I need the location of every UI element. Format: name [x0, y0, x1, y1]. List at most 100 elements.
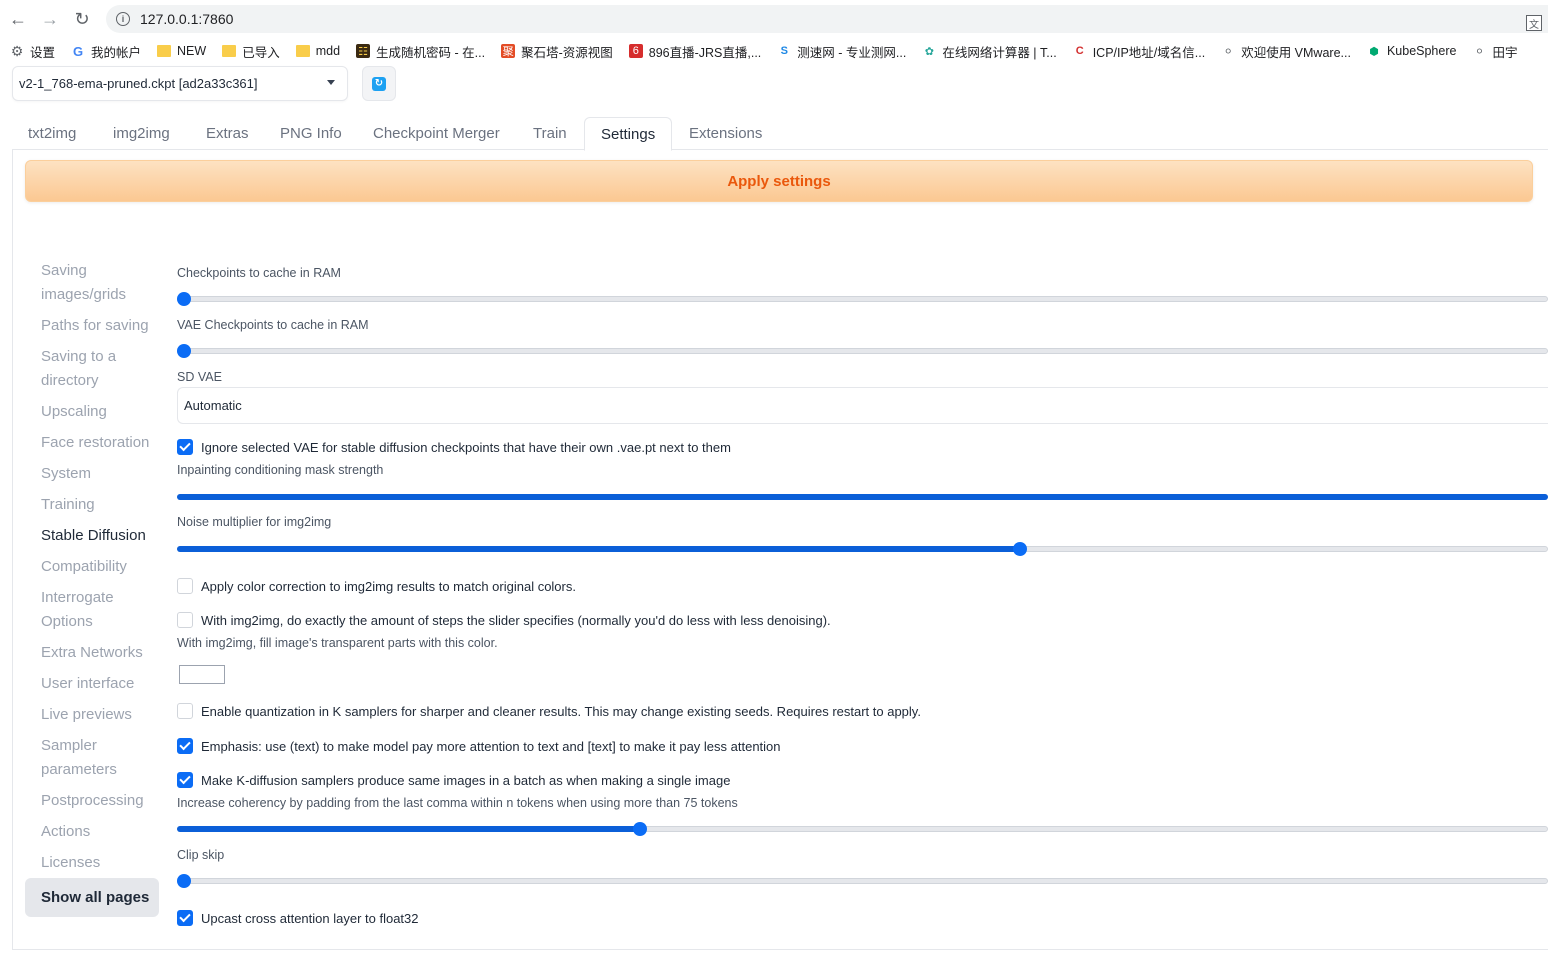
slider-thumb[interactable]: [177, 874, 191, 888]
reload-icon[interactable]: ↻: [68, 5, 96, 33]
sidebar-item-upscaling[interactable]: Upscaling: [41, 400, 159, 424]
sidebar-item-licenses[interactable]: Licenses: [41, 851, 159, 875]
bookmark-random-password[interactable]: ☷ 生成随机密码 - 在...: [356, 42, 485, 61]
bookmark-folder-imported[interactable]: 已导入: [222, 42, 280, 61]
bookmark-icp[interactable]: C ICP/IP地址/域名信...: [1073, 42, 1206, 61]
slider-track: [177, 878, 1548, 884]
globe-icon: ⚪: [1474, 45, 1485, 58]
refresh-checkpoints-button[interactable]: ↻: [362, 66, 396, 101]
tab-extensions[interactable]: Extensions: [673, 117, 778, 150]
comma-padding-slider[interactable]: [177, 822, 1548, 836]
tab-checkpoint-merger[interactable]: Checkpoint Merger: [357, 117, 516, 150]
quantization-checkbox[interactable]: [177, 703, 193, 719]
fill-color-picker[interactable]: [179, 665, 225, 684]
bookmark-netcalc[interactable]: ✿ 在线网络计算器 | T...: [922, 42, 1057, 61]
bookmark-kubesphere[interactable]: ⬢ KubeSphere: [1367, 44, 1456, 58]
folder-icon: [222, 45, 237, 57]
noise-multiplier-slider[interactable]: [177, 542, 1548, 556]
sidebar-item-user-interface[interactable]: User interface: [41, 672, 159, 696]
bookmark-jushita[interactable]: 聚聚石塔-资源视图: [501, 42, 613, 61]
sidebar-item-saving-directory[interactable]: Saving to a directory: [41, 345, 159, 393]
ignore-vae-checkbox[interactable]: [177, 439, 193, 455]
emphasis-checkbox[interactable]: [177, 738, 193, 754]
globe-icon: ⚪: [1223, 45, 1233, 58]
sidebar-item-extra-networks[interactable]: Extra Networks: [41, 641, 159, 665]
vae-cache-label: VAE Checkpoints to cache in RAM: [177, 318, 369, 332]
color-correction-checkbox[interactable]: [177, 578, 193, 594]
sidebar-item-system[interactable]: System: [41, 462, 159, 486]
tab-png-info[interactable]: PNG Info: [264, 117, 358, 150]
translate-icon[interactable]: 文: [1526, 15, 1542, 31]
upcast-checkbox[interactable]: [177, 910, 193, 926]
ignore-vae-setting[interactable]: Ignore selected VAE for stable diffusion…: [177, 439, 731, 455]
site-info-icon[interactable]: i: [116, 12, 130, 26]
checkpoint-selected: v2-1_768-ema-pruned.ckpt [ad2a33c361]: [19, 76, 258, 91]
batch-same-checkbox[interactable]: [177, 772, 193, 788]
clip-skip-label: Clip skip: [177, 848, 225, 862]
checkpoints-cache-slider[interactable]: [177, 292, 1548, 306]
tab-img2img[interactable]: img2img: [97, 117, 186, 150]
color-correction-setting[interactable]: Apply color correction to img2img result…: [177, 578, 576, 594]
sidebar-item-paths[interactable]: Paths for saving: [41, 314, 159, 338]
batch-same-setting[interactable]: Make K-diffusion samplers produce same i…: [177, 772, 730, 788]
clip-skip-slider[interactable]: [177, 874, 1548, 888]
sidebar-item-compatibility[interactable]: Compatibility: [41, 555, 159, 579]
tab-settings[interactable]: Settings: [584, 117, 673, 151]
bookmarks-bar: ⚙ 设置 G 我的帐户 NEW 已导入 mdd ☷ 生成随机密码 - 在... 聚聚石…: [0, 38, 1548, 64]
site-icon: 聚: [501, 44, 516, 58]
exact-steps-checkbox[interactable]: [177, 612, 193, 628]
chevron-down-icon: [327, 80, 335, 85]
main-tabs: txt2img img2img Extras PNG Info Checkpoi…: [12, 117, 1548, 151]
sidebar-item-sampler-parameters[interactable]: Sampler parameters: [41, 734, 159, 782]
bookmark-speedtest[interactable]: S 测速网 - 专业测网...: [777, 42, 907, 61]
sd-vae-label: SD VAE: [177, 370, 222, 384]
bookmark-896[interactable]: 6 896直播-JRS直播,...: [628, 42, 761, 61]
inpaint-mask-label: Inpainting conditioning mask strength: [177, 463, 384, 477]
site-icon: ☷: [356, 44, 371, 58]
sidebar-item-live-previews[interactable]: Live previews: [41, 703, 159, 727]
tab-train[interactable]: Train: [517, 117, 583, 150]
exact-steps-setting[interactable]: With img2img, do exactly the amount of s…: [177, 612, 831, 628]
vae-cache-slider[interactable]: [177, 344, 1548, 358]
bookmark-tianyu[interactable]: ⚪ 田宇: [1472, 42, 1518, 61]
bookmark-settings[interactable]: ⚙ 设置: [10, 42, 55, 61]
forward-arrow-icon[interactable]: →: [36, 5, 64, 33]
slider-thumb[interactable]: [177, 292, 191, 306]
quantization-setting[interactable]: Enable quantization in K samplers for sh…: [177, 703, 921, 719]
sidebar-item-saving-images[interactable]: Saving images/grids: [41, 259, 159, 307]
checkpoint-dropdown[interactable]: v2-1_768-ema-pruned.ckpt [ad2a33c361]: [12, 66, 348, 101]
fill-color-label: With img2img, fill image's transparent p…: [177, 636, 498, 650]
slider-thumb[interactable]: [632, 822, 647, 836]
emphasis-setting[interactable]: Emphasis: use (text) to make model pay m…: [177, 738, 781, 754]
slider-thumb[interactable]: [177, 344, 191, 358]
sidebar-item-actions[interactable]: Actions: [41, 820, 159, 844]
upcast-setting[interactable]: Upcast cross attention layer to float32: [177, 910, 419, 926]
tab-extras[interactable]: Extras: [190, 117, 265, 150]
exact-steps-label: With img2img, do exactly the amount of s…: [201, 612, 831, 628]
ignore-vae-label: Ignore selected VAE for stable diffusion…: [201, 439, 731, 455]
sidebar-item-training[interactable]: Training: [41, 493, 159, 517]
comma-padding-label: Increase coherency by padding from the l…: [177, 796, 738, 810]
sidebar-item-postprocessing[interactable]: Postprocessing: [41, 789, 159, 813]
sd-vae-dropdown[interactable]: Automatic: [177, 387, 1548, 424]
bookmark-folder-new[interactable]: NEW: [157, 44, 206, 58]
back-arrow-icon[interactable]: ←: [4, 5, 32, 33]
bookmark-account[interactable]: G 我的帐户: [71, 42, 141, 61]
show-all-pages-button[interactable]: Show all pages: [25, 878, 159, 917]
sd-vae-value: Automatic: [184, 398, 242, 413]
sidebar-item-stable-diffusion[interactable]: Stable Diffusion: [41, 524, 159, 548]
sidebar-item-face-restoration[interactable]: Face restoration: [41, 431, 159, 455]
site-icon: ⬢: [1369, 45, 1379, 58]
bookmark-vmware[interactable]: ⚪ 欢迎使用 VMware...: [1221, 42, 1351, 61]
upcast-label: Upcast cross attention layer to float32: [201, 910, 419, 926]
site-icon: ✿: [924, 45, 934, 58]
apply-settings-button[interactable]: Apply settings: [25, 160, 1533, 202]
inpaint-mask-slider[interactable]: [177, 494, 1548, 500]
address-bar[interactable]: i 127.0.0.1:7860 文: [106, 5, 1548, 33]
browser-toolbar: ← → ↻ i 127.0.0.1:7860 文: [0, 0, 1548, 38]
noise-multiplier-label: Noise multiplier for img2img: [177, 515, 332, 529]
slider-fill: [177, 546, 1021, 552]
tab-txt2img[interactable]: txt2img: [12, 117, 92, 150]
sidebar-item-interrogate[interactable]: Interrogate Options: [41, 586, 159, 634]
bookmark-folder-mdd[interactable]: mdd: [295, 44, 340, 58]
